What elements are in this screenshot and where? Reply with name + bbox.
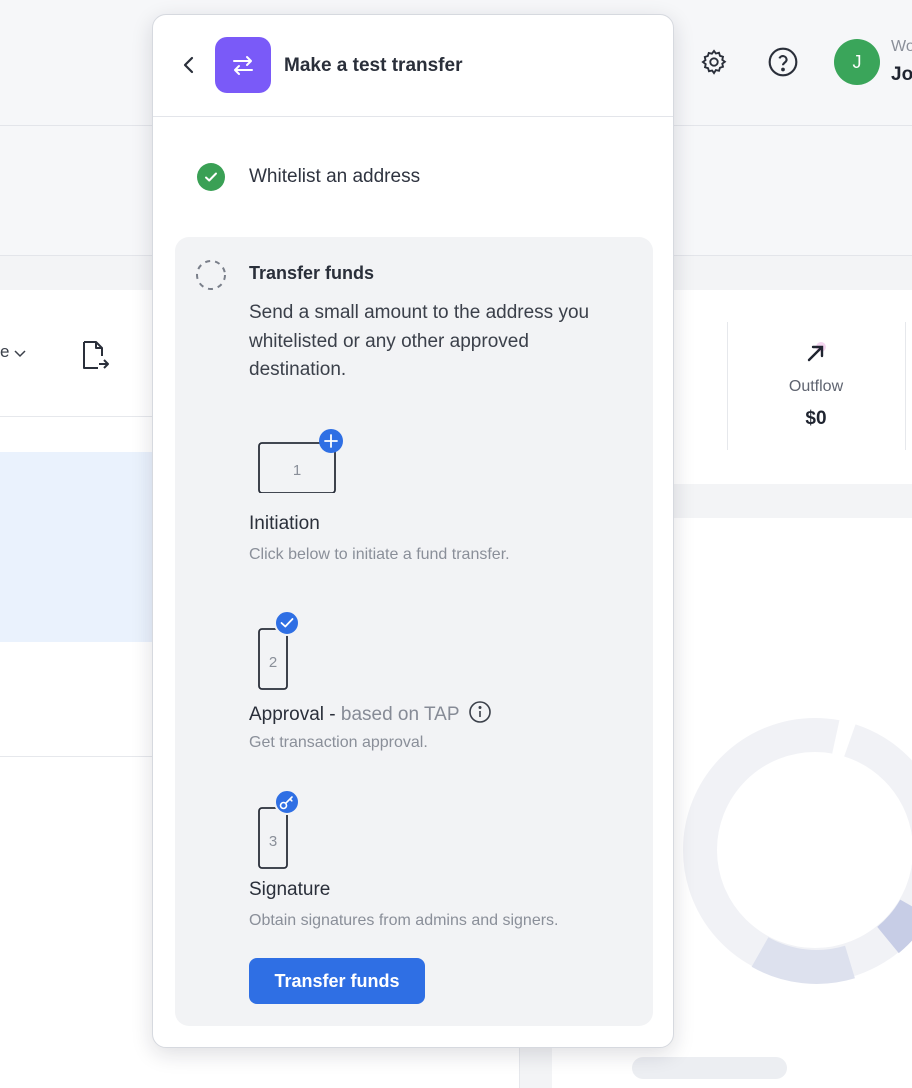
avatar-initial: J [852, 51, 862, 72]
substep-number: 1 [293, 462, 301, 479]
arrow-up-right-icon [803, 340, 829, 371]
signature-icon: 3 [257, 788, 313, 877]
export-file-icon[interactable] [80, 339, 110, 376]
substep-title: Initiation [249, 513, 320, 534]
step-title: Transfer funds [249, 263, 375, 283]
filter-dropdown-text[interactable]: e [0, 342, 9, 362]
info-icon[interactable] [468, 700, 492, 730]
substep-description: Click below to initiate a fund transfer. [249, 546, 510, 563]
help-icon[interactable] [765, 44, 801, 80]
avatar[interactable]: J [834, 39, 880, 85]
substep-number: 3 [269, 833, 277, 850]
step-description: Send a small amount to the address you w… [249, 302, 590, 380]
stat-divider [727, 322, 728, 450]
gear-icon[interactable] [696, 44, 732, 80]
test-transfer-panel: Make a test transfer Whitelist an addres… [152, 14, 674, 1048]
panel-title: Make a test transfer [284, 55, 463, 76]
substep-number: 2 [269, 654, 277, 671]
initiation-icon: 1 [257, 429, 353, 498]
chevron-down-icon[interactable] [12, 345, 28, 366]
outflow-label: Outflow [788, 378, 844, 395]
pending-circle-icon [195, 259, 227, 296]
stat-divider [905, 322, 906, 450]
user-name[interactable]: Jo [891, 64, 912, 86]
outflow-value: $0 [805, 408, 827, 429]
back-button[interactable] [177, 53, 201, 77]
approval-icon: 2 [257, 609, 313, 698]
loading-skeleton [632, 1057, 787, 1079]
panel-header: Make a test transfer [153, 15, 673, 117]
step-transfer-funds: Transfer funds Send a small amount to th… [175, 237, 653, 1026]
transfer-funds-button[interactable]: Transfer funds [249, 958, 425, 1004]
substep-title: Approval - based on TAP [249, 700, 492, 730]
transfer-arrows-icon [215, 37, 271, 93]
substep-title: Signature [249, 879, 331, 900]
step-whitelist-label[interactable]: Whitelist an address [249, 166, 420, 188]
substep-description: Obtain signatures from admins and signer… [249, 912, 559, 929]
check-circle-icon [197, 163, 225, 191]
workspace-label: Wo [891, 38, 912, 55]
donut-chart-placeholder [660, 700, 912, 1005]
substep-description: Get transaction approval. [249, 734, 428, 751]
